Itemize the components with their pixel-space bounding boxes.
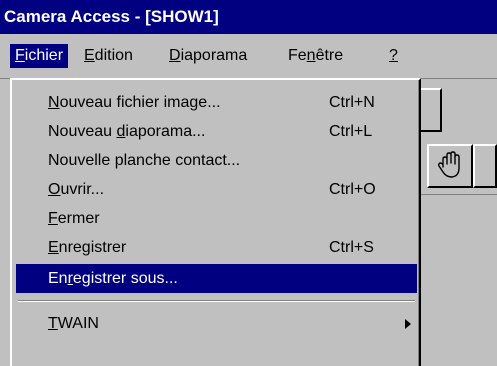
toolbar-bottom-line — [421, 194, 497, 195]
window-title: Camera Access - [SHOW1] — [4, 7, 219, 26]
menu-item-twain[interactable]: TWAIN — [16, 309, 417, 338]
hand-icon — [437, 151, 460, 178]
menu-item-fermer[interactable]: Fermer — [16, 204, 417, 233]
menu-item-ouvrir[interactable]: Ouvrir... Ctrl+O — [16, 175, 417, 204]
shortcut-label: Ctrl+N — [329, 94, 375, 111]
menu-bar: Fichier Edition Diaporama Fenêtre ? — [0, 34, 497, 78]
menu-fichier[interactable]: Fichier — [10, 44, 69, 68]
menu-fenetre[interactable]: Fenêtre — [283, 44, 348, 68]
title-bar: Camera Access - [SHOW1] — [0, 0, 497, 34]
menu-item-nouvelle-planche-contact[interactable]: Nouvelle planche contact... — [16, 146, 417, 175]
menu-separator — [18, 300, 415, 302]
menu-item-enregistrer[interactable]: Enregistrer Ctrl+S — [16, 233, 417, 262]
shortcut-label: Ctrl+S — [329, 239, 374, 256]
menu-edition[interactable]: Edition — [79, 44, 138, 68]
shortcut-label: Ctrl+O — [329, 181, 376, 198]
menu-help[interactable]: ? — [384, 44, 403, 68]
menu-diaporama[interactable]: Diaporama — [164, 44, 252, 68]
submenu-arrow-icon — [405, 319, 411, 329]
toolbar-button-2[interactable] — [473, 144, 497, 188]
menu-item-nouveau-fichier-image[interactable]: Nouveau fichier image... Ctrl+N — [16, 88, 417, 117]
menu-item-nouveau-diaporama[interactable]: Nouveau diaporama... Ctrl+L — [16, 117, 417, 146]
shortcut-label: Ctrl+L — [329, 123, 373, 140]
menu-item-enregistrer-sous[interactable]: Enregistrer sous... — [16, 264, 417, 293]
hand-tool-button[interactable] — [427, 144, 473, 188]
fichier-dropdown-menu: Nouveau fichier image... Ctrl+N Nouveau … — [10, 78, 421, 366]
